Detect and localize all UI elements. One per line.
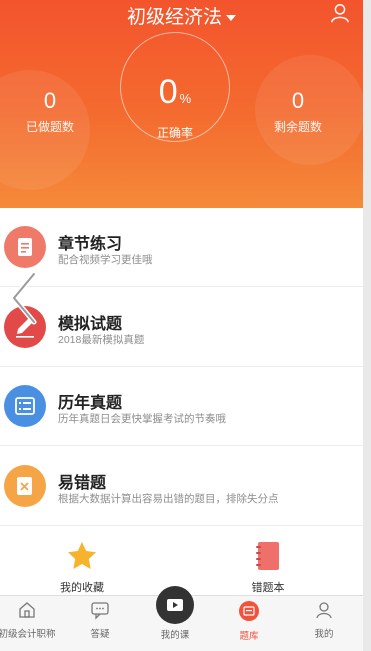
notebook-icon [256,542,279,570]
play-course-button[interactable] [156,586,194,624]
menu-item-title: 模拟试题 [58,316,123,333]
tab-label: 答疑 [90,629,110,640]
remaining-count-label: 剩余题数 [273,120,322,134]
menu-item-title: 章节练习 [58,236,123,253]
menu-item-title: 历年真题 [58,395,123,412]
menu-item-error-prone[interactable]: 易错题 根据大数据计算出容易出错的题目，排除失分点 [0,447,363,526]
favorites-label: 我的收藏 [60,582,104,594]
tab-label: 初级会计职称 [0,629,56,640]
home-icon [19,602,35,618]
tab-home[interactable]: 初级会计职称 [0,600,62,640]
tab-label: 题库 [239,631,259,642]
tab-my-courses[interactable]: 我的课 [140,626,210,641]
menu-item-subtitle: 配合视频学习更佳哦 [58,254,153,266]
tab-label: 我的课 [160,630,190,641]
menu-item-title: 易错题 [58,475,107,492]
menu-item-subtitle: 2018最新模拟真题 [58,334,145,346]
back-arrow-icon[interactable] [8,270,38,326]
caret-down-icon [226,14,236,21]
mistake-book-label: 错题本 [251,582,285,594]
star-icon [68,542,96,569]
done-count-value: 0 [43,88,57,113]
menu-item-subtitle: 根据大数据计算出容易出错的题目，排除失分点 [58,493,279,505]
document-icon [4,226,46,268]
done-count-label: 已做题数 [25,120,74,134]
user-icon [316,602,332,619]
user-icon[interactable] [329,2,351,24]
tab-label: 我的 [314,629,334,640]
menu-item-chapter-practice[interactable]: 章节练习 配合视频学习更佳哦 [0,208,363,287]
app-screen: 初级经济法 0 已做题数 0% 正确率 0 剩余题数 章节练习 配合视频学习更佳… [0,0,363,651]
error-document-icon [4,465,46,507]
subject-title: 初级经济法 [126,7,222,28]
list-icon [4,385,46,427]
chat-icon [91,602,109,620]
accuracy-label: 正确率 [156,126,193,140]
question-bank-icon [239,601,259,621]
remaining-count-stat: 0 剩余题数 [268,88,328,135]
accuracy-value: 0% [158,73,192,111]
stats-header: 初级经济法 0 已做题数 0% 正确率 0 剩余题数 [0,0,363,208]
tab-question-bank[interactable]: 题库 [214,600,284,642]
remaining-count-value: 0 [291,88,305,113]
play-icon [167,599,183,611]
menu-item-subtitle: 历年真题日会更快掌握考试的节奏哦 [58,413,226,425]
subject-selector[interactable]: 初级经济法 [0,2,363,29]
tab-qa[interactable]: 答疑 [65,600,135,640]
favorites-button[interactable]: 我的收藏 [32,540,132,595]
done-count-stat: 0 已做题数 [20,88,80,135]
menu-item-mock-exam[interactable]: 模拟试题 2018最新模拟真题 [0,288,363,367]
menu-item-past-papers[interactable]: 历年真题 历年真题日会更快掌握考试的节奏哦 [0,367,363,446]
tab-me[interactable]: 我的 [289,600,359,640]
mistake-book-button[interactable]: 错题本 [218,540,318,595]
